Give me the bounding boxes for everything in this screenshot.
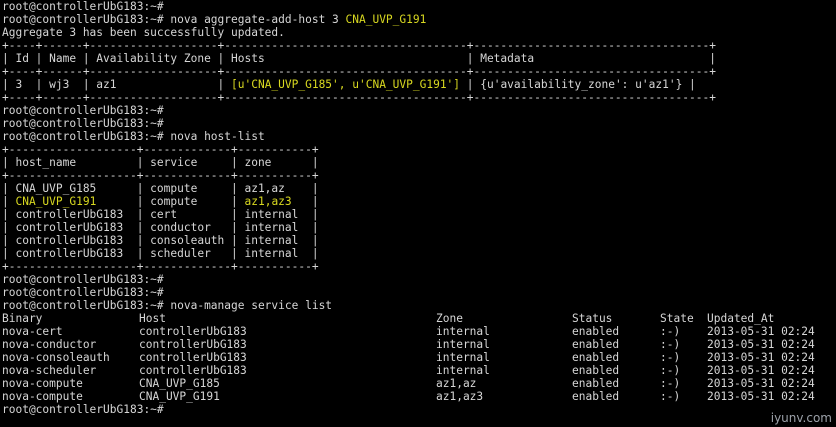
service-state: :-) (660, 390, 681, 403)
prompt-line: root@controllerUbG183:~# (2, 0, 164, 13)
service-updated: 2013-05-31 02:24 (707, 390, 815, 403)
aggregate-row-prefix: | 3 | wj3 | az1 | (2, 78, 232, 91)
terminal-window[interactable]: root@controllerUbG183:~# root@controller… (0, 0, 836, 427)
host-table-row: | controllerUbG183 | cert | internal | (2, 208, 319, 221)
service-updated: 2013-05-31 02:24 (707, 377, 815, 390)
host-row-post: | (291, 195, 319, 208)
service-status: enabled (572, 364, 620, 377)
aggregate-table-border: +----+------+-------------------+-------… (2, 91, 716, 104)
col-updated: Updated_At (707, 312, 775, 325)
host-table-row: | controllerUbG183 | consoleauth | inter… (2, 234, 319, 247)
prompt-line: root@controllerUbG183:~# (2, 273, 164, 286)
prompt-line: root@controllerUbG183:~# (2, 104, 164, 117)
service-zone: az1,az (436, 377, 477, 390)
command-line: root@controllerUbG183:~# nova host-list (2, 130, 265, 143)
service-updated: 2013-05-31 02:24 (707, 351, 815, 364)
service-zone: internal (436, 325, 490, 338)
service-status: enabled (572, 325, 620, 338)
host-table-row: | CNA_UVP_G191 | compute | az1,az3 | (2, 195, 319, 208)
service-state: :-) (660, 325, 681, 338)
col-host: Host (139, 312, 166, 325)
service-status: enabled (572, 377, 620, 390)
service-status: enabled (572, 351, 620, 364)
service-status: enabled (572, 338, 620, 351)
service-state: :-) (660, 351, 681, 364)
aggregate-table-border: +----+------+-------------------+-------… (2, 39, 716, 52)
host-row-mid: | compute | (96, 195, 245, 208)
aggregate-table-border: +----+------+-------------------+-------… (2, 65, 716, 78)
host-row-name: CNA_UVP_G191 (15, 195, 97, 208)
service-state: :-) (660, 377, 681, 390)
service-binary: nova-consoleauth (2, 351, 110, 364)
col-binary: Binary (2, 312, 43, 325)
command-text: root@controllerUbG183:~# nova aggregate-… (2, 13, 346, 26)
service-zone: internal (436, 338, 490, 351)
service-updated: 2013-05-31 02:24 (707, 338, 815, 351)
host-table-border: +-------------------+-------------+-----… (2, 143, 319, 156)
aggregate-table-row: | 3 | wj3 | az1 | [u'CNA_UVP_G185', u'CN… (2, 78, 696, 91)
host-table-row: | CNA_UVP_G185 | compute | az1,az | (2, 182, 319, 195)
service-state: :-) (660, 338, 681, 351)
host-row-zone: az1,az3 (244, 195, 292, 208)
host-row-pre: | (2, 195, 16, 208)
watermark: iyunv.com (770, 411, 832, 425)
prompt-line: root@controllerUbG183:~# (2, 117, 164, 130)
host-table-row: | controllerUbG183 | scheduler | interna… (2, 247, 319, 260)
service-host: controllerUbG183 (139, 351, 247, 364)
service-host: controllerUbG183 (139, 338, 247, 351)
command-line: root@controllerUbG183:~# nova aggregate-… (2, 13, 426, 26)
aggregate-table-header: | Id | Name | Availability Zone | Hosts … (2, 52, 716, 65)
host-table-border: +-------------------+-------------+-----… (2, 169, 319, 182)
service-binary: nova-cert (2, 325, 63, 338)
service-binary: nova-scheduler (2, 364, 97, 377)
service-zone: internal (436, 364, 490, 377)
service-status: enabled (572, 390, 620, 403)
output-line: Aggregate 3 has been successfully update… (2, 26, 285, 39)
service-host: CNA_UVP_G185 (139, 377, 220, 390)
service-host: CNA_UVP_G191 (139, 390, 220, 403)
col-state: State (660, 312, 694, 325)
service-state: :-) (660, 364, 681, 377)
host-table-border: +-------------------+-------------+-----… (2, 260, 319, 273)
col-status: Status (572, 312, 613, 325)
highlighted-host: CNA_UVP_G191 (345, 13, 427, 26)
service-zone: internal (436, 351, 490, 364)
service-updated: 2013-05-31 02:24 (707, 364, 815, 377)
service-updated: 2013-05-31 02:24 (707, 325, 815, 338)
service-zone: az1,az3 (436, 390, 484, 403)
command-line: root@controllerUbG183:~# nova-manage ser… (2, 299, 333, 312)
service-binary: nova-conductor (2, 338, 97, 351)
host-table-header: | host_name | service | zone | (2, 156, 319, 169)
service-host: controllerUbG183 (139, 325, 247, 338)
aggregate-row-suffix: | {u'availability_zone': u'az1'} | (460, 78, 696, 91)
service-binary: nova-compute (2, 377, 83, 390)
service-binary: nova-compute (2, 390, 83, 403)
host-table-row: | controllerUbG183 | conductor | interna… (2, 221, 319, 234)
prompt-line: root@controllerUbG183:~# (2, 403, 164, 416)
prompt-line: root@controllerUbG183:~# (2, 286, 164, 299)
col-zone: Zone (436, 312, 463, 325)
aggregate-row-hosts: [u'CNA_UVP_G185', u'CNA_UVP_G191'] (231, 78, 461, 91)
service-host: controllerUbG183 (139, 364, 247, 377)
